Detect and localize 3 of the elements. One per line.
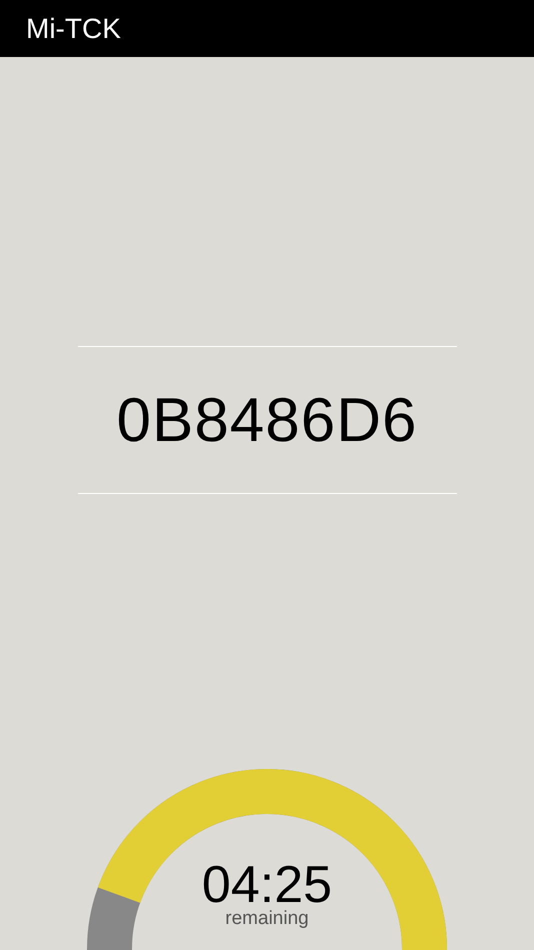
code-value: 0B8486D6	[116, 384, 418, 456]
countdown-caption: remaining	[225, 909, 309, 929]
app-title: Mi-TCK	[26, 12, 121, 44]
